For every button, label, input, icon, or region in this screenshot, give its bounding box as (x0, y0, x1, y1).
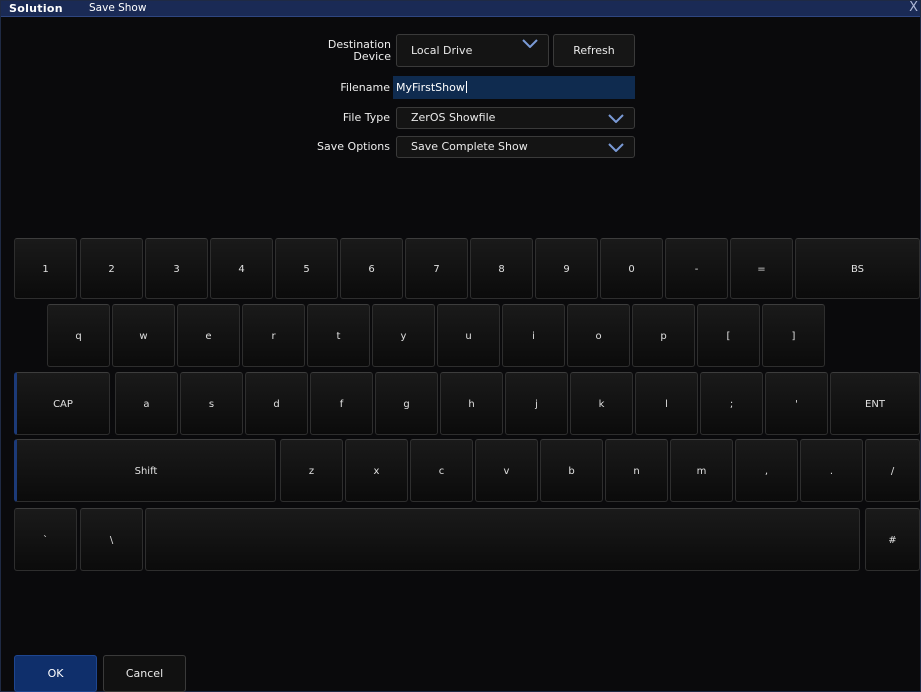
key-e[interactable]: e (177, 304, 240, 367)
key-shift[interactable]: Shift (14, 439, 276, 502)
key-slash[interactable]: / (865, 439, 920, 502)
save-options-label: Save Options (317, 140, 390, 153)
dialog-title: Save Show (89, 2, 147, 14)
key-equals[interactable]: = (730, 238, 793, 299)
filetype-label: File Type (342, 111, 390, 124)
key-a[interactable]: a (115, 372, 178, 435)
key-j[interactable]: j (505, 372, 568, 435)
filename-input[interactable]: MyFirstShow (393, 76, 635, 99)
key-space[interactable] (145, 508, 860, 571)
key-1[interactable]: 1 (14, 238, 77, 299)
key-d[interactable]: d (245, 372, 308, 435)
save-show-dialog: Solution Save Show X Destination Device … (0, 0, 921, 692)
key-minus[interactable]: - (665, 238, 728, 299)
text-caret (465, 81, 467, 93)
key-ent[interactable]: ENT (830, 372, 920, 435)
key-cap[interactable]: CAP (14, 372, 110, 435)
key-l[interactable]: l (635, 372, 698, 435)
key-c[interactable]: c (410, 439, 473, 502)
key-b[interactable]: b (540, 439, 603, 502)
key-v[interactable]: v (475, 439, 538, 502)
destination-device-label: Destination Device (291, 39, 391, 63)
refresh-button[interactable]: Refresh (553, 34, 635, 67)
key-i[interactable]: i (502, 304, 565, 367)
brand-logo: Solution (9, 2, 63, 15)
key-2[interactable]: 2 (80, 238, 143, 299)
key-m[interactable]: m (670, 439, 733, 502)
title-bar: Solution Save Show X (1, 0, 920, 17)
filetype-value: ZerOS Showfile (411, 111, 496, 124)
key-w[interactable]: w (112, 304, 175, 367)
key-bs[interactable]: BS (795, 238, 920, 299)
key-comma[interactable]: , (735, 439, 798, 502)
key-y[interactable]: y (372, 304, 435, 367)
key-o[interactable]: o (567, 304, 630, 367)
filename-label: Filename (340, 81, 390, 94)
key-p[interactable]: p (632, 304, 695, 367)
key-h[interactable]: h (440, 372, 503, 435)
key-t[interactable]: t (307, 304, 370, 367)
key-9[interactable]: 9 (535, 238, 598, 299)
save-options-value: Save Complete Show (411, 140, 528, 153)
filename-value: MyFirstShow (396, 81, 465, 94)
close-icon[interactable]: X (909, 0, 918, 15)
key-q[interactable]: q (47, 304, 110, 367)
filetype-select[interactable]: ZerOS Showfile (396, 107, 635, 129)
key-0[interactable]: 0 (600, 238, 663, 299)
key-hash[interactable]: # (865, 508, 920, 571)
destination-label-line-2: Device (353, 50, 391, 63)
ok-button[interactable]: OK (14, 655, 97, 692)
key-backtick[interactable]: ` (14, 508, 77, 571)
key-s[interactable]: s (180, 372, 243, 435)
chevron-down-icon (608, 114, 624, 123)
key-backslash[interactable]: \ (80, 508, 143, 571)
key-semicolon[interactable]: ; (700, 372, 763, 435)
destination-device-value: Local Drive (411, 44, 473, 57)
key-lbracket[interactable]: [ (697, 304, 760, 367)
chevron-down-icon (522, 39, 538, 48)
key-z[interactable]: z (280, 439, 343, 502)
key-k[interactable]: k (570, 372, 633, 435)
key-6[interactable]: 6 (340, 238, 403, 299)
key-8[interactable]: 8 (470, 238, 533, 299)
key-5[interactable]: 5 (275, 238, 338, 299)
key-3[interactable]: 3 (145, 238, 208, 299)
key-period[interactable]: . (800, 439, 863, 502)
cancel-button[interactable]: Cancel (103, 655, 186, 692)
save-options-select[interactable]: Save Complete Show (396, 136, 635, 158)
key-g[interactable]: g (375, 372, 438, 435)
chevron-down-icon (608, 143, 624, 152)
key-r[interactable]: r (242, 304, 305, 367)
destination-device-select[interactable]: Local Drive (396, 34, 549, 67)
key-rbracket[interactable]: ] (762, 304, 825, 367)
key-x[interactable]: x (345, 439, 408, 502)
key-4[interactable]: 4 (210, 238, 273, 299)
key-f[interactable]: f (310, 372, 373, 435)
key-u[interactable]: u (437, 304, 500, 367)
key-quote[interactable]: ' (765, 372, 828, 435)
key-n[interactable]: n (605, 439, 668, 502)
key-7[interactable]: 7 (405, 238, 468, 299)
